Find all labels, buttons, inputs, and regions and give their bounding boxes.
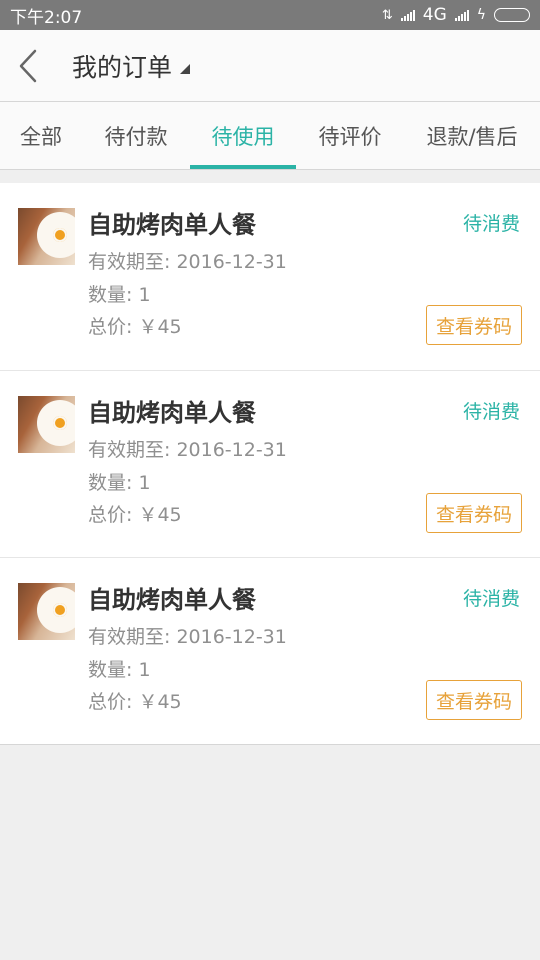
quantity: 数量: 1 <box>88 659 151 681</box>
signal-icon <box>400 9 415 21</box>
status-icons: ⇅ 4G ϟ <box>382 5 530 25</box>
caret-down-icon <box>180 63 191 74</box>
valid-until: 有效期至: 2016-12-31 <box>88 626 287 648</box>
order-status: 待消费 <box>462 588 520 610</box>
back-button[interactable] <box>0 30 56 102</box>
battery-icon <box>494 8 530 22</box>
charging-icon: ϟ <box>476 7 486 23</box>
restaurant-logo-icon <box>37 212 75 258</box>
order-name: 自助烤肉单人餐 <box>88 211 256 239</box>
tab-to-use[interactable]: 待使用 <box>190 102 296 169</box>
restaurant-logo-icon <box>37 587 75 633</box>
network-type: 4G <box>422 5 447 25</box>
header: 我的订单 <box>0 30 540 102</box>
tab-to-review[interactable]: 待评价 <box>296 102 404 169</box>
order-status: 待消费 <box>462 401 520 423</box>
page-title: 我的订单 <box>72 52 173 82</box>
order-thumbnail <box>18 396 75 453</box>
order-thumbnail <box>18 208 75 265</box>
chevron-left-icon <box>19 49 37 82</box>
order-status: 待消费 <box>462 213 520 235</box>
order-name: 自助烤肉单人餐 <box>88 399 256 427</box>
quantity: 数量: 1 <box>88 284 151 306</box>
view-voucher-button[interactable]: 查看券码 <box>426 493 522 533</box>
order-tabs: 全部 待付款 待使用 待评价 退款/售后 <box>0 102 540 170</box>
order-thumbnail <box>18 583 75 640</box>
order-name: 自助烤肉单人餐 <box>88 586 256 614</box>
page-title-dropdown[interactable]: 我的订单 <box>72 48 191 84</box>
status-bar: 下午2:07 ⇅ 4G ϟ <box>0 0 540 30</box>
tab-refund-aftersale[interactable]: 退款/售后 <box>404 102 540 169</box>
view-voucher-button[interactable]: 查看券码 <box>426 680 522 720</box>
total-price: 总价: ￥45 <box>88 691 182 713</box>
signal-icon-2 <box>454 9 469 21</box>
order-item[interactable]: 自助烤肉单人餐 待消费 有效期至: 2016-12-31 数量: 1 总价: ￥… <box>0 370 540 557</box>
order-item[interactable]: 自助烤肉单人餐 待消费 有效期至: 2016-12-31 数量: 1 总价: ￥… <box>0 557 540 744</box>
tab-all[interactable]: 全部 <box>0 102 82 169</box>
valid-until: 有效期至: 2016-12-31 <box>88 251 287 273</box>
view-voucher-button[interactable]: 查看券码 <box>426 305 522 345</box>
order-list: 自助烤肉单人餐 待消费 有效期至: 2016-12-31 数量: 1 总价: ￥… <box>0 183 540 745</box>
data-transfer-icon: ⇅ <box>381 7 393 23</box>
total-price: 总价: ￥45 <box>88 316 182 338</box>
restaurant-logo-icon <box>37 400 75 446</box>
order-item[interactable]: 自助烤肉单人餐 待消费 有效期至: 2016-12-31 数量: 1 总价: ￥… <box>0 183 540 370</box>
total-price: 总价: ￥45 <box>88 504 182 526</box>
status-time: 下午2:07 <box>10 7 83 28</box>
tab-pending-payment[interactable]: 待付款 <box>82 102 190 169</box>
quantity: 数量: 1 <box>88 472 151 494</box>
valid-until: 有效期至: 2016-12-31 <box>88 439 287 461</box>
